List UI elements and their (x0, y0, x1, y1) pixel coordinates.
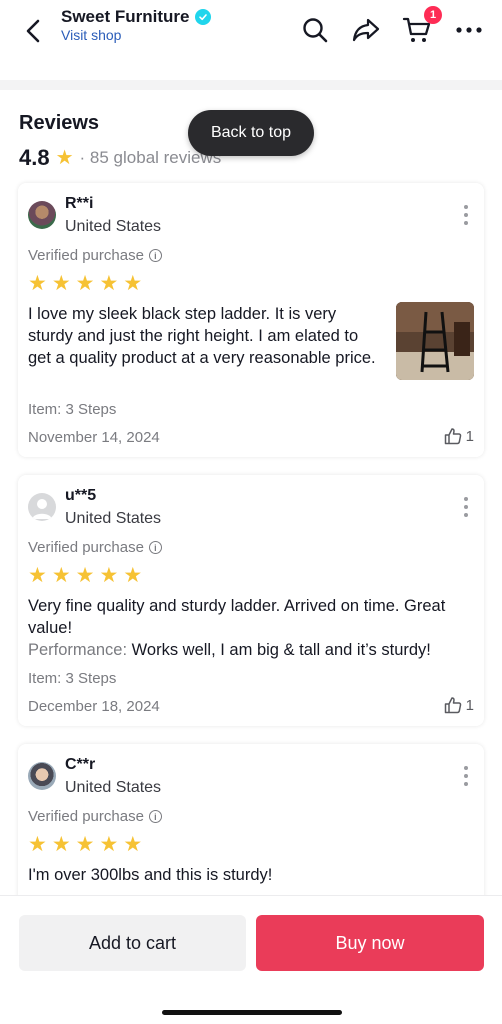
star-rating: ★ ★ ★ ★ ★ (28, 273, 142, 294)
visit-shop-link[interactable]: Visit shop (61, 27, 121, 43)
avatar[interactable] (28, 201, 56, 229)
verified-purchase: Verified purchase i (28, 247, 162, 264)
verified-purchase: Verified purchase i (28, 539, 162, 556)
review-more-button[interactable] (462, 205, 470, 225)
star-icon: ★ (28, 272, 47, 295)
search-button[interactable] (299, 14, 331, 46)
rating-summary[interactable]: 4.8 ★ · 85 global reviews (19, 145, 221, 171)
default-avatar-icon (32, 499, 52, 519)
section-divider (0, 80, 502, 90)
reviewer-name: C**r (65, 756, 96, 773)
helpful-button[interactable]: 1 (444, 696, 474, 714)
bottom-action-bar: Add to cart Buy now (0, 895, 502, 1024)
star-icon: ★ (28, 564, 47, 587)
review-photo[interactable] (396, 302, 474, 380)
star-icon: ★ (75, 833, 95, 856)
avatar[interactable] (28, 762, 56, 790)
info-icon[interactable]: i (148, 541, 162, 554)
star-icon: ★ (123, 833, 143, 856)
review-card: C**r United States Verified purchase i ★… (18, 744, 484, 904)
like-count: 1 (465, 427, 474, 445)
buy-now-button[interactable]: Buy now (256, 915, 484, 971)
star-rating: ★ ★ ★ ★ ★ (28, 834, 142, 855)
star-icon: ★ (123, 272, 143, 295)
review-text: I love my sleek black step ladder. It is… (28, 305, 376, 367)
info-icon[interactable]: i (148, 249, 162, 262)
review-card: R**i United States Verified purchase i ★… (18, 183, 484, 457)
top-header: Sweet Furniture Visit shop 1 (0, 0, 502, 80)
star-rating: ★ ★ ★ ★ ★ (28, 565, 142, 586)
back-arrow-icon (26, 19, 40, 43)
reviewer-country: United States (65, 779, 162, 796)
reviewer-name: u**5 (65, 487, 97, 504)
verified-check-icon (195, 9, 212, 25)
star-icon: ★ (28, 833, 47, 856)
reviewer-country: United States (65, 218, 162, 235)
star-icon: ★ (99, 833, 119, 856)
star-icon: ★ (75, 564, 95, 587)
review-text-block: Very fine quality and sturdy ladder. Arr… (28, 595, 474, 661)
cart-count-badge: 1 (424, 6, 442, 24)
home-indicator[interactable] (162, 1010, 342, 1015)
reviewer-country: United States (65, 510, 162, 527)
review-more-button[interactable] (462, 766, 470, 786)
star-icon: ★ (123, 564, 143, 587)
add-to-cart-button[interactable]: Add to cart (19, 915, 246, 971)
back-to-top-button[interactable]: Back to top (188, 110, 314, 156)
more-icon (456, 27, 482, 33)
reviews-title: Reviews (19, 112, 100, 134)
star-icon: ★ (99, 272, 119, 295)
shop-name-link[interactable]: Sweet Furniture (61, 7, 212, 27)
verified-purchase-label: Verified purchase (28, 247, 144, 264)
shop-name: Sweet Furniture (61, 7, 190, 26)
avatar[interactable] (28, 493, 56, 521)
thumbs-up-icon (444, 428, 461, 445)
performance-label: Performance: (28, 641, 128, 659)
more-options-button[interactable] (453, 14, 485, 46)
verified-purchase-label: Verified purchase (28, 539, 144, 556)
performance-text: Works well, I am big & tall and it’s stu… (131, 641, 431, 659)
rating-value: 4.8 (19, 145, 50, 170)
review-more-button[interactable] (462, 497, 470, 517)
thumbs-up-icon (444, 697, 461, 714)
verified-purchase-label: Verified purchase (28, 808, 144, 825)
info-icon[interactable]: i (148, 810, 162, 823)
item-variant: Item: 3 Steps (28, 670, 117, 687)
star-icon: ★ (51, 564, 71, 587)
review-card: u**5 United States Verified purchase i ★… (18, 475, 484, 726)
review-date: December 18, 2024 (28, 698, 160, 715)
review-text: Very fine quality and sturdy ladder. Arr… (28, 597, 446, 637)
item-variant: Item: 3 Steps (28, 401, 117, 418)
star-icon: ★ (99, 564, 119, 587)
back-button[interactable] (18, 16, 48, 46)
star-icon: ★ (55, 147, 74, 169)
review-text: I'm over 300lbs and this is sturdy! (28, 866, 273, 884)
share-icon (352, 18, 380, 42)
verified-purchase: Verified purchase i (28, 808, 162, 825)
share-button[interactable] (350, 14, 382, 46)
star-icon: ★ (51, 833, 71, 856)
search-icon (303, 18, 328, 43)
performance-line: Performance: Works well, I am big & tall… (28, 639, 474, 661)
like-count: 1 (465, 696, 474, 714)
review-date: November 14, 2024 (28, 429, 160, 446)
step-ladder-photo-icon (396, 302, 474, 380)
star-icon: ★ (51, 272, 71, 295)
reviewer-name: R**i (65, 195, 94, 212)
star-icon: ★ (75, 272, 95, 295)
helpful-button[interactable]: 1 (444, 427, 474, 445)
